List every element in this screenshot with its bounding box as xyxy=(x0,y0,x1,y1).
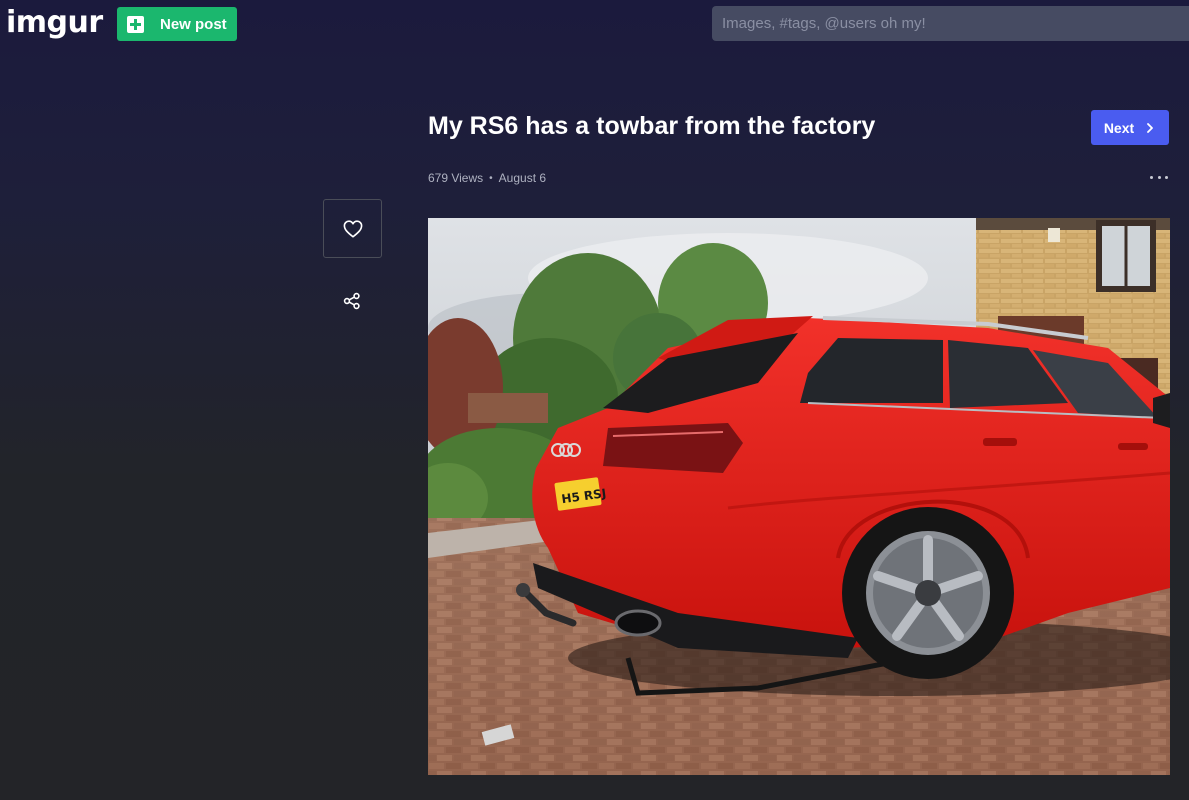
post-date: August 6 xyxy=(498,171,547,185)
share-icon xyxy=(343,292,360,310)
next-label: Next xyxy=(1103,119,1135,136)
new-post-label: New post xyxy=(160,15,227,33)
share-button[interactable] xyxy=(340,290,364,312)
top-bar: imgur New post xyxy=(0,0,1189,48)
meta-separator: • xyxy=(489,172,493,184)
like-button[interactable] xyxy=(323,199,382,258)
post-title: My RS6 has a towbar from the factory xyxy=(428,112,876,140)
heart-icon xyxy=(343,219,362,238)
next-button[interactable]: Next xyxy=(1091,110,1169,145)
search-input[interactable] xyxy=(712,6,1189,41)
imgur-logo[interactable]: imgur xyxy=(6,3,103,43)
new-post-button[interactable]: New post xyxy=(117,7,237,41)
plus-icon xyxy=(127,15,144,33)
more-dots-icon[interactable] xyxy=(1150,170,1168,184)
post-meta: 679 Views • August 6 xyxy=(428,171,546,185)
car-photo: H5 RSJ xyxy=(428,218,1170,775)
chevron-right-icon xyxy=(1147,122,1154,133)
view-count: 679 Views xyxy=(428,171,484,185)
post-image[interactable]: H5 RSJ xyxy=(428,218,1170,775)
